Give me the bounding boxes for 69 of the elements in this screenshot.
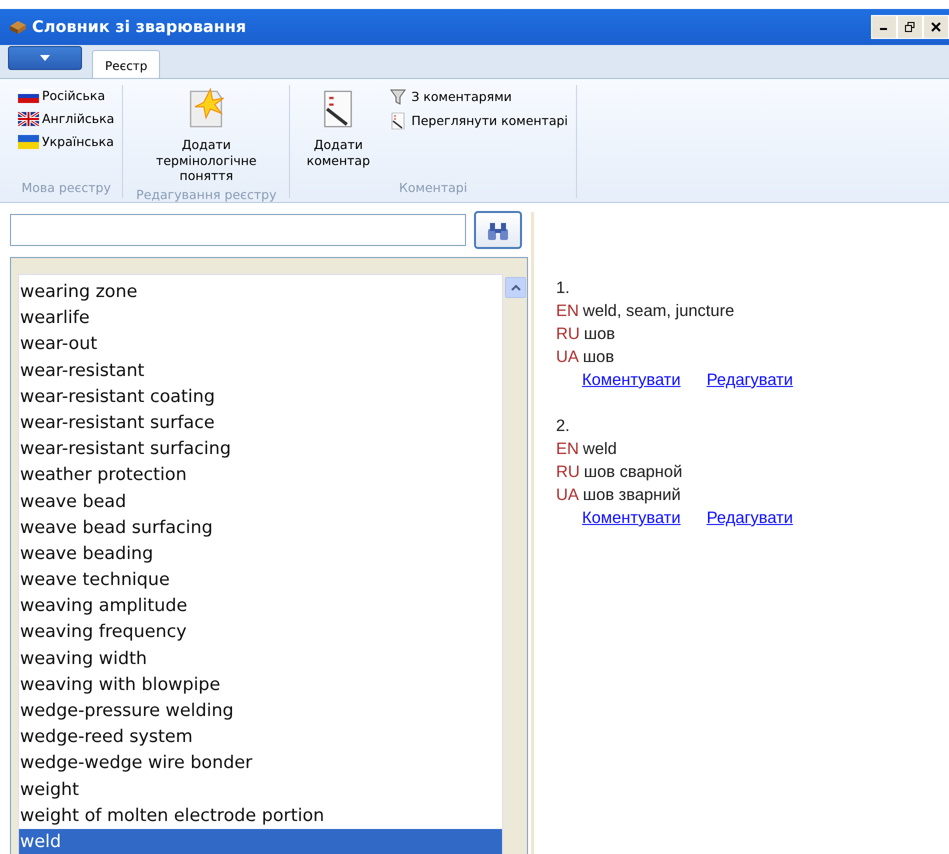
group-label: Коментарі bbox=[398, 179, 468, 198]
translation-text: шов bbox=[584, 324, 616, 345]
ribbon-button[interactable]: Додати термінологічне поняття bbox=[129, 85, 284, 186]
term-list-item[interactable]: weight bbox=[19, 776, 502, 803]
find-button[interactable] bbox=[474, 211, 522, 249]
term-list-item[interactable]: weave bead bbox=[19, 488, 502, 515]
restore-button[interactable] bbox=[897, 15, 923, 39]
term-list-item[interactable]: weaving with blowpipe bbox=[19, 672, 502, 698]
term-list-item[interactable]: wear-resistant coating bbox=[19, 384, 502, 410]
flag-icon bbox=[18, 89, 39, 104]
term-list-item[interactable]: wear-out bbox=[19, 331, 502, 358]
term-list-item[interactable]: weaving frequency bbox=[19, 619, 502, 646]
term-list-item[interactable]: wearlife bbox=[19, 305, 502, 332]
term-list-item[interactable]: wedge-pressure welding bbox=[19, 698, 502, 724]
term-list-item[interactable]: weave bead surfacing bbox=[19, 514, 502, 541]
translation-text: шов зварний bbox=[582, 485, 681, 506]
translation-text: шов bbox=[582, 347, 614, 368]
language-code: RU bbox=[556, 324, 580, 345]
entry-link[interactable]: Коментувати bbox=[582, 507, 681, 530]
flag-icon bbox=[18, 134, 39, 149]
translation-text: шов сварной bbox=[584, 462, 682, 483]
term-list-item[interactable]: weave technique bbox=[19, 567, 502, 594]
term-list-item[interactable]: wear-resistant surface bbox=[19, 410, 502, 436]
ribbon-tab[interactable]: Реєстр bbox=[92, 50, 160, 78]
term-list-item[interactable]: wedge-wedge wire bonder bbox=[19, 750, 502, 777]
close-button[interactable] bbox=[923, 15, 949, 39]
language-code: UA bbox=[556, 485, 579, 506]
ribbon-button[interactable]: Переглянути коментарі bbox=[386, 109, 570, 133]
language-code: RU bbox=[556, 462, 580, 483]
dropdown-icon bbox=[40, 54, 50, 61]
minimize-button[interactable] bbox=[871, 15, 897, 39]
filter-icon bbox=[388, 87, 408, 107]
term-list-item[interactable]: wear-resistant bbox=[19, 358, 502, 384]
chevron-up-icon bbox=[510, 284, 520, 291]
term-list-item[interactable]: weld bbox=[19, 828, 502, 854]
term-list-item[interactable]: wedge-reed system bbox=[19, 724, 502, 750]
group-label: Мова реєстру bbox=[20, 179, 112, 198]
group-label: Редагування реєстру bbox=[135, 186, 278, 204]
term-list-item[interactable]: weaving amplitude bbox=[19, 593, 502, 620]
ribbon-button[interactable]: З коментарями bbox=[386, 85, 570, 109]
language-button[interactable]: Англійська bbox=[16, 108, 116, 130]
search-field[interactable] bbox=[10, 214, 466, 246]
entry-number: 2. bbox=[556, 416, 571, 437]
term-list-item[interactable]: wearing zone bbox=[19, 279, 502, 306]
term-list-item[interactable]: weave beading bbox=[19, 540, 502, 568]
restore-icon bbox=[905, 22, 915, 32]
entry-link[interactable]: Редагувати bbox=[706, 507, 793, 530]
language-code: EN bbox=[556, 439, 579, 460]
entry-link[interactable]: Коментувати bbox=[582, 369, 681, 392]
application-menu-button[interactable] bbox=[8, 46, 82, 70]
term-list-item[interactable]: wear-resistant surfacing bbox=[19, 436, 502, 462]
window-title: Словник зі зварювання bbox=[32, 16, 246, 38]
entry-link[interactable]: Редагувати bbox=[706, 369, 793, 392]
term-list-item[interactable]: weight of molten electrode portion bbox=[19, 802, 502, 829]
translation-text: weld bbox=[582, 439, 617, 460]
ribbon-button[interactable]: Додати коментар bbox=[296, 85, 380, 180]
language-code: UA bbox=[556, 347, 579, 368]
books-icon bbox=[8, 18, 28, 36]
scroll-up-button[interactable] bbox=[505, 277, 526, 298]
language-code: EN bbox=[556, 301, 579, 322]
term-list-item[interactable]: weather protection bbox=[19, 462, 502, 488]
binoculars-icon bbox=[487, 220, 509, 241]
translation-text: weld, seam, juncture bbox=[582, 301, 734, 322]
close-icon bbox=[931, 22, 941, 32]
language-button[interactable]: Українська bbox=[16, 130, 116, 154]
flag-icon bbox=[18, 112, 39, 126]
entry-number: 1. bbox=[556, 278, 571, 299]
language-button[interactable]: Російська bbox=[16, 85, 116, 108]
term-list-item[interactable]: weaving width bbox=[19, 646, 502, 672]
